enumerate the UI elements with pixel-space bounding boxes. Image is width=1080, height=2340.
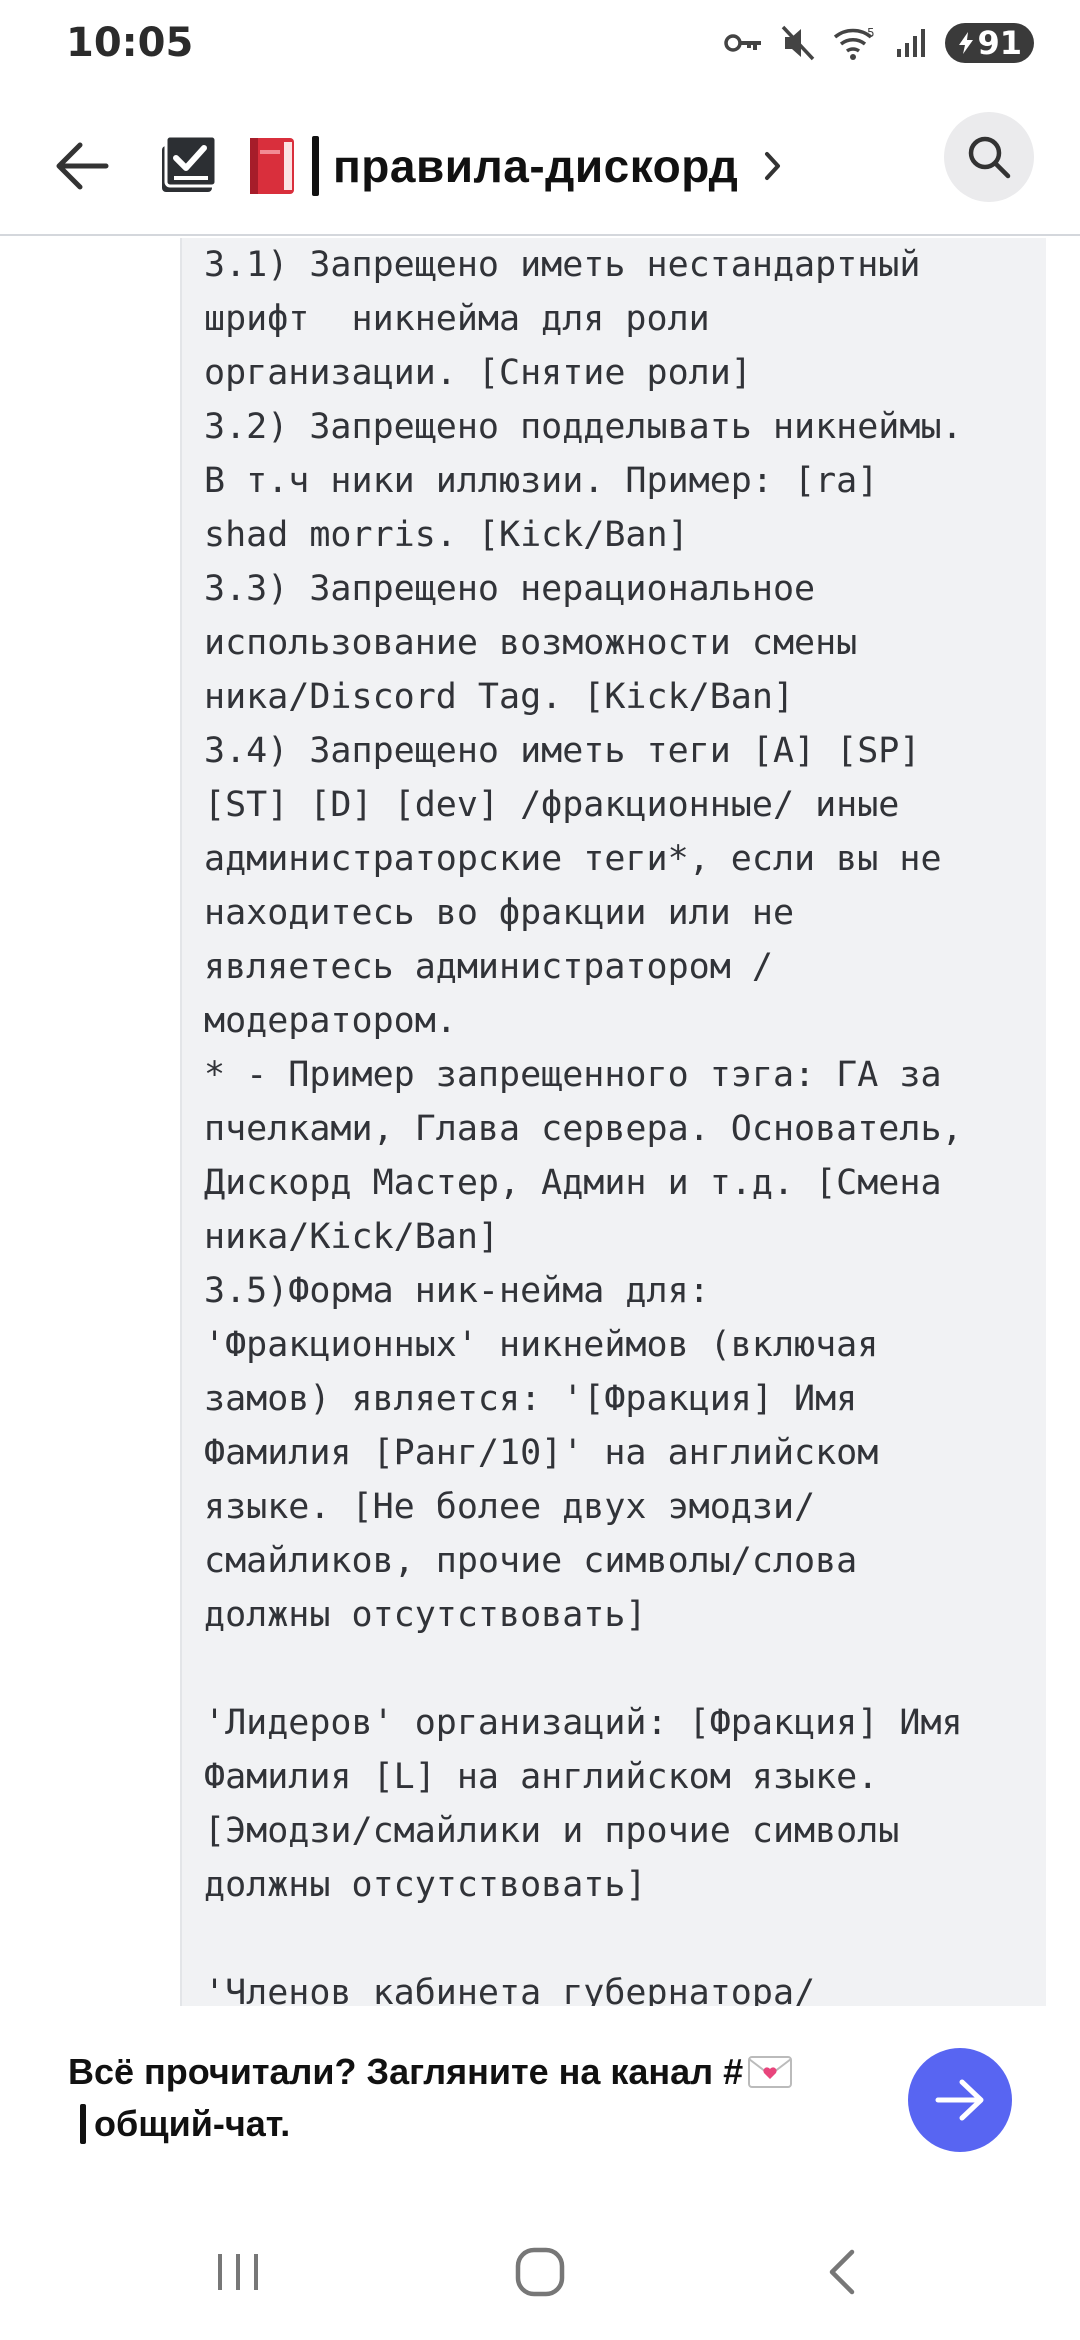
home-icon xyxy=(515,2247,565,2297)
svg-text:5: 5 xyxy=(867,26,875,40)
code-line: 'Лидеров' организаций: [Фракция] Имя xyxy=(204,1703,963,1743)
code-line: смайликов, прочие символы/слова xyxy=(204,1541,858,1581)
channel-title[interactable]: правила-дискорд xyxy=(246,128,784,204)
code-line: 3.3) Запрещено нерациональное xyxy=(204,569,816,609)
chevron-right-icon xyxy=(765,152,781,180)
system-navigation-bar xyxy=(0,2202,1080,2340)
code-line: находитесь во фракции или не xyxy=(204,893,795,933)
arrow-left-icon xyxy=(56,142,109,190)
code-line: администраторские теги*, если вы не xyxy=(204,839,942,879)
code-line: ника/Discord Tag. [Kick/Ban] xyxy=(204,677,795,717)
channel-name: правила-дискорд xyxy=(333,140,739,192)
back-nav-button[interactable] xyxy=(802,2232,882,2312)
go-to-channel-button[interactable] xyxy=(908,2048,1012,2152)
read-prompt-bar: Всё прочитали? Загляните на канал # общи… xyxy=(0,2006,1080,2202)
code-line: пчелками, Глава сервера. Основатель, xyxy=(204,1109,963,1149)
wifi-icon: 5 xyxy=(833,23,877,63)
code-line: 3.2) Запрещено подделывать никнеймы. xyxy=(204,407,963,447)
code-line: использование возможности смены xyxy=(204,623,858,663)
red-book-emoji xyxy=(250,138,294,194)
code-line: shad morris. [Kick/Ban] xyxy=(204,515,689,555)
title-divider xyxy=(312,136,319,196)
prompt-text: Всё прочитали? Загляните на канал # xyxy=(68,2051,744,2092)
code-line: 3.1) Запрещено иметь нестандартный xyxy=(204,245,921,285)
arrow-right-icon xyxy=(935,2079,984,2121)
rules-channel-icon xyxy=(160,132,222,196)
code-line: модератором. xyxy=(204,1001,457,1041)
channel-link[interactable]: общий-чат. xyxy=(94,2098,290,2150)
code-line: организации. [Снятие роли] xyxy=(204,353,752,393)
code-line: 3.4) Запрещено иметь теги [A] [SP] xyxy=(204,731,921,771)
back-icon xyxy=(829,2249,855,2295)
code-line: 3.5)Форма ник-нейма для: xyxy=(204,1271,710,1311)
code-line: являетесь администратором / xyxy=(204,947,773,987)
code-line: ника/Kick/Ban] xyxy=(204,1217,500,1257)
code-line: 'Членов кабинета губернатора/ xyxy=(204,1973,816,2006)
channel-header: правила-дискорд xyxy=(0,100,1080,236)
read-prompt-message: Всё прочитали? Загляните на канал # общи… xyxy=(68,2046,828,2150)
recents-button[interactable] xyxy=(198,2232,278,2312)
back-button[interactable] xyxy=(44,128,120,204)
code-line: языке. [Не более двух эмодзи/ xyxy=(204,1487,816,1527)
home-button[interactable] xyxy=(500,2232,580,2312)
status-time: 10:05 xyxy=(66,20,194,66)
search-button[interactable] xyxy=(944,112,1034,202)
recents-icon xyxy=(218,2254,258,2290)
mute-icon xyxy=(781,23,815,63)
code-line: * - Пример запрещенного тэга: ГА за xyxy=(204,1055,942,1095)
status-bar: 10:05 5 91 xyxy=(0,0,1080,88)
code-line: должны отсутствовать] xyxy=(204,1595,647,1635)
code-line: должны отсутствовать] xyxy=(204,1865,647,1905)
code-line: 'Фракционных' никнеймов (включая xyxy=(204,1325,879,1365)
battery-level: 91 xyxy=(977,24,1022,62)
code-line: Дискорд Мастер, Админ и т.д. [Смена xyxy=(204,1163,942,1203)
code-line: Фамилия [L] на английском языке. xyxy=(204,1757,879,1797)
code-line: замов) является: '[Фракция] Имя xyxy=(204,1379,858,1419)
signal-icon xyxy=(895,23,927,63)
code-block: 3.1) Запрещено иметь нестандартный шрифт … xyxy=(180,238,1046,2006)
status-icons: 5 91 xyxy=(723,20,1034,66)
battery-icon: 91 xyxy=(945,23,1034,63)
code-line: Фамилия [Ранг/10]' на английском xyxy=(204,1433,879,1473)
channel-divider xyxy=(80,2104,86,2144)
code-line: В т.ч ники иллюзии. Пример: [ra] xyxy=(204,461,879,501)
love-letter-emoji xyxy=(748,2056,793,2088)
key-icon xyxy=(723,23,763,63)
search-icon xyxy=(968,136,1011,179)
code-line: шрифт никнейма для роли xyxy=(204,299,710,339)
code-text: 3.1) Запрещено иметь нестандартный шрифт … xyxy=(204,238,1064,2006)
message-content[interactable]: 3.1) Запрещено иметь нестандартный шрифт … xyxy=(0,238,1080,2006)
code-line: [Эмодзи/смайлики и прочие символы xyxy=(204,1811,900,1851)
code-line: [ST] [D] [dev] /фракционные/ иные xyxy=(204,785,900,825)
